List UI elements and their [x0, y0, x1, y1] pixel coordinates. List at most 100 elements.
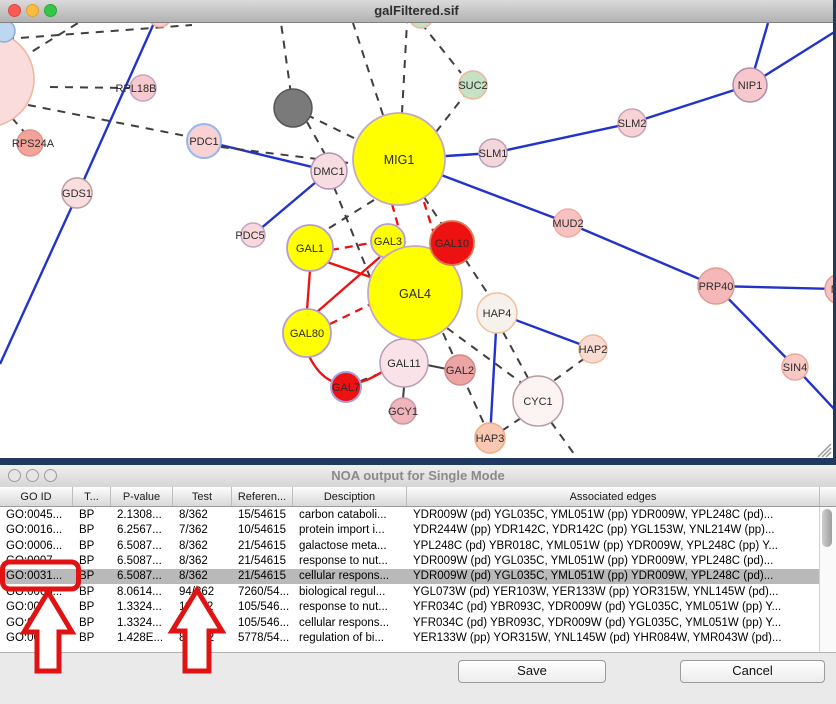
- cell-description[interactable]: response to nut...: [293, 601, 407, 613]
- table-row[interactable]: GO:0050...BP1.428E...80/3625778/54...reg…: [0, 631, 820, 646]
- edge[interactable]: [427, 365, 447, 369]
- table-row[interactable]: GO:0045...BP2.1308...8/36215/54615carbon…: [0, 507, 820, 522]
- edge[interactable]: [331, 243, 371, 250]
- table-row[interactable]: GO:0007...BP6.5087...8/36221/54615respon…: [0, 553, 820, 568]
- cell-reference[interactable]: 15/54615: [232, 509, 293, 521]
- table-row[interactable]: GO:0031...BP1.3324...11/362105/546...cel…: [0, 615, 820, 630]
- cell-test[interactable]: 8/362: [173, 509, 232, 521]
- table-scrollbar-thumb[interactable]: [822, 509, 832, 547]
- cell-edges[interactable]: YPL248C (pd) YBR018C, YML051W (pp) YDR00…: [407, 540, 820, 552]
- edge[interactable]: [20, 23, 78, 59]
- cell-type[interactable]: BP: [73, 586, 111, 598]
- edge[interactable]: [6, 25, 192, 39]
- network-canvas[interactable]: RPL18B RPS24A GDS1 PDC1 DMC1 MIG1 SUC2 S…: [0, 23, 833, 458]
- node-unlabeled-top-green[interactable]: [409, 23, 433, 28]
- table-scrollbar[interactable]: [819, 507, 836, 652]
- cell-reference[interactable]: 21/54615: [232, 540, 293, 552]
- cell-description[interactable]: protein import i...: [293, 524, 407, 536]
- cell-go-id[interactable]: GO:0006...: [0, 540, 73, 552]
- table-row[interactable]: GO:0006...BP6.5087...8/36221/54615galact…: [0, 538, 820, 553]
- table-row[interactable]: GO:0065...BP8.0614...94/3627260/54...bio…: [0, 584, 820, 599]
- cell-type[interactable]: BP: [73, 524, 111, 536]
- cell-description[interactable]: regulation of bi...: [293, 632, 407, 644]
- column-header-reference[interactable]: Referen...: [232, 487, 293, 506]
- cell-type[interactable]: BP: [73, 617, 111, 629]
- cell-test[interactable]: 11/362: [173, 601, 232, 613]
- cell-edges[interactable]: YDR009W (pd) YGL035C, YML051W (pp) YDR00…: [407, 509, 820, 521]
- cell-edges[interactable]: YDR244W (pp) YDR142C, YDR142C (pp) YGL15…: [407, 524, 820, 536]
- cell-test[interactable]: 8/362: [173, 555, 232, 567]
- table-row[interactable]: GO:0031...BP1.3324...11/362105/546...res…: [0, 600, 820, 615]
- edge[interactable]: [402, 23, 407, 113]
- cell-type[interactable]: BP: [73, 570, 111, 582]
- edge[interactable]: [403, 387, 404, 399]
- cell-test[interactable]: 94/362: [173, 586, 232, 598]
- cell-edges[interactable]: YFR034C (pd) YBR093C, YDR009W (pd) YGL03…: [407, 617, 820, 629]
- cell-reference[interactable]: 105/546...: [232, 617, 293, 629]
- cell-p-value[interactable]: 6.5087...: [111, 540, 173, 552]
- cell-reference[interactable]: 21/54615: [232, 555, 293, 567]
- cell-reference[interactable]: 5778/54...: [232, 632, 293, 644]
- cell-p-value[interactable]: 1.3324...: [111, 617, 173, 629]
- cell-go-id[interactable]: GO:0007...: [0, 555, 73, 567]
- cell-go-id[interactable]: GO:0031...: [0, 617, 73, 629]
- zoom-button[interactable]: [44, 469, 57, 482]
- cell-go-id[interactable]: GO:0045...: [0, 509, 73, 521]
- edge[interactable]: [307, 270, 310, 310]
- cell-edges[interactable]: YGL073W (pd) YER103W, YER133W (pp) YOR31…: [407, 586, 820, 598]
- edge[interactable]: [399, 85, 750, 159]
- cancel-button[interactable]: Cancel: [680, 660, 825, 683]
- cell-go-id[interactable]: GO:0031...: [0, 570, 73, 582]
- cell-go-id[interactable]: GO:0031...: [0, 601, 73, 613]
- column-header-associated-edges[interactable]: Associated edges: [407, 487, 820, 506]
- cell-reference[interactable]: 7260/54...: [232, 586, 293, 598]
- window-resize-grip[interactable]: [818, 444, 831, 457]
- column-header-type[interactable]: T...: [73, 487, 111, 506]
- cell-test[interactable]: 8/362: [173, 570, 232, 582]
- cell-p-value[interactable]: 8.0614...: [111, 586, 173, 598]
- minimize-button[interactable]: [26, 4, 39, 17]
- column-header-p-value[interactable]: P-value: [111, 487, 173, 506]
- cell-description[interactable]: cellular respons...: [293, 570, 407, 582]
- cell-description[interactable]: carbon cataboli...: [293, 509, 407, 521]
- cell-p-value[interactable]: 6.5087...: [111, 570, 173, 582]
- cell-edges[interactable]: YDR009W (pd) YGL035C, YML051W (pp) YDR00…: [407, 570, 820, 582]
- edge[interactable]: [503, 332, 528, 378]
- cell-reference[interactable]: 21/54615: [232, 570, 293, 582]
- cell-description[interactable]: biological regul...: [293, 586, 407, 598]
- cell-type[interactable]: BP: [73, 509, 111, 521]
- cell-test[interactable]: 7/362: [173, 524, 232, 536]
- cell-description[interactable]: galactose meta...: [293, 540, 407, 552]
- cell-test[interactable]: 8/362: [173, 540, 232, 552]
- cell-reference[interactable]: 10/54615: [232, 524, 293, 536]
- edge[interactable]: [204, 141, 329, 171]
- cell-type[interactable]: BP: [73, 540, 111, 552]
- cell-p-value[interactable]: 2.1308...: [111, 509, 173, 521]
- cell-description[interactable]: cellular respons...: [293, 617, 407, 629]
- node-unlabeled-large[interactable]: [0, 31, 34, 127]
- column-header-go-id[interactable]: GO ID: [0, 487, 73, 506]
- network-window-titlebar[interactable]: galFiltered.sif: [0, 0, 833, 23]
- cell-type[interactable]: BP: [73, 632, 111, 644]
- cell-go-id[interactable]: GO:0065...: [0, 586, 73, 598]
- save-button[interactable]: Save: [458, 660, 606, 683]
- cell-edges[interactable]: YDR009W (pd) YGL035C, YML051W (pp) YDR00…: [407, 555, 820, 567]
- edge[interactable]: [552, 358, 585, 382]
- noa-window-titlebar[interactable]: NOA output for Single Mode: [0, 465, 836, 488]
- cell-type[interactable]: BP: [73, 555, 111, 567]
- cell-edges[interactable]: YER133W (pp) YOR315W, YNL145W (pd) YHR08…: [407, 632, 820, 644]
- edge[interactable]: [28, 105, 196, 138]
- cell-type[interactable]: BP: [73, 601, 111, 613]
- edge[interactable]: [330, 304, 371, 324]
- cell-p-value[interactable]: 6.5087...: [111, 555, 173, 567]
- cell-description[interactable]: response to nut...: [293, 555, 407, 567]
- close-button[interactable]: [8, 4, 21, 17]
- edge[interactable]: [421, 23, 461, 73]
- edge[interactable]: [353, 23, 383, 115]
- cell-test[interactable]: 80/362: [173, 632, 232, 644]
- cell-go-id[interactable]: GO:0016...: [0, 524, 73, 536]
- cell-p-value[interactable]: 1.428E...: [111, 632, 173, 644]
- node-unlabeled-gray[interactable]: [274, 89, 312, 127]
- edge[interactable]: [436, 96, 464, 132]
- edge[interactable]: [551, 422, 577, 458]
